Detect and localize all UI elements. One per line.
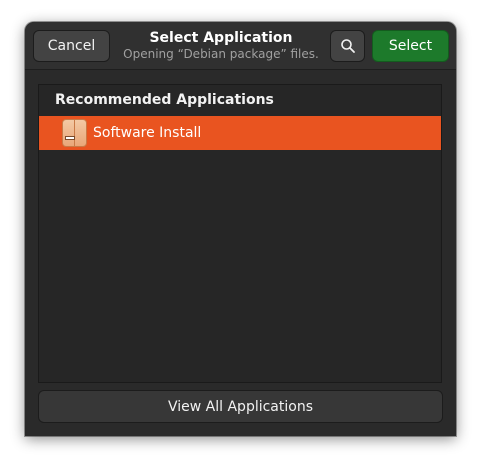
header-bar: Cancel Select Application Opening “Debia… bbox=[25, 22, 456, 70]
view-all-applications-button[interactable]: View All Applications bbox=[38, 390, 443, 423]
software-install-icon bbox=[62, 119, 87, 147]
section-heading: Recommended Applications bbox=[55, 92, 274, 108]
search-button[interactable] bbox=[330, 30, 365, 62]
list-item-label: Software Install bbox=[93, 125, 202, 141]
dialog-title: Select Application bbox=[149, 30, 293, 46]
list-item[interactable]: Software Install bbox=[39, 116, 441, 150]
application-list: Recommended Applications Software Instal… bbox=[38, 84, 442, 383]
title-block: Select Application Opening “Debian packa… bbox=[117, 29, 325, 62]
select-button[interactable]: Select bbox=[372, 30, 449, 62]
select-application-dialog: Cancel Select Application Opening “Debia… bbox=[25, 22, 456, 436]
cancel-button[interactable]: Cancel bbox=[33, 30, 110, 62]
dialog-subtitle: Opening “Debian package” files. bbox=[123, 47, 319, 61]
search-icon bbox=[340, 39, 355, 53]
